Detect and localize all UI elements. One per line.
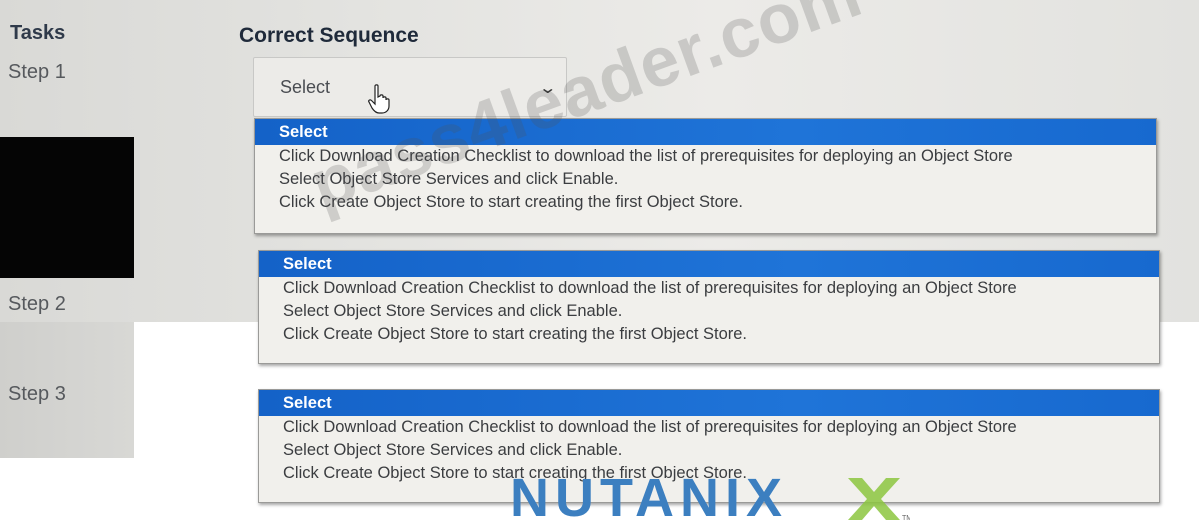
dropdown-option-enable-services[interactable]: Select Object Store Services and click E…	[255, 168, 1156, 191]
step-1-select[interactable]: Select ⌄	[253, 57, 567, 117]
select-value: Select	[280, 77, 331, 97]
correct-sequence-heading: Correct Sequence	[239, 24, 419, 47]
hand-cursor-icon	[368, 84, 390, 114]
logo-wordmark: NUTANIX	[510, 470, 788, 522]
step-1-label: Step 1	[8, 61, 66, 83]
chevron-down-icon: ⌄	[537, 80, 557, 97]
trademark-symbol: TM	[902, 515, 910, 522]
step-2-label: Step 2	[8, 293, 66, 315]
nutanix-logo: NUTANIX TM	[510, 470, 910, 522]
step-1-dropdown-list: Select Click Download Creation Checklist…	[254, 118, 1157, 234]
step-2-dropdown-list: Select Click Download Creation Checklist…	[258, 250, 1160, 364]
dropdown-option-enable-services[interactable]: Select Object Store Services and click E…	[259, 300, 1159, 323]
dropdown-option-download-checklist[interactable]: Click Download Creation Checklist to dow…	[259, 416, 1159, 439]
dropdown-option-download-checklist[interactable]: Click Download Creation Checklist to dow…	[255, 145, 1156, 168]
dropdown-option-select[interactable]: Select	[255, 119, 1156, 145]
dropdown-option-enable-services[interactable]: Select Object Store Services and click E…	[259, 439, 1159, 462]
dropdown-option-create-object-store[interactable]: Click Create Object Store to start creat…	[255, 191, 1156, 214]
logo-x-mark-icon	[848, 478, 900, 520]
step-3-label: Step 3	[8, 383, 66, 405]
dropdown-option-download-checklist[interactable]: Click Download Creation Checklist to dow…	[259, 277, 1159, 300]
redacted-block	[0, 137, 134, 278]
tasks-heading: Tasks	[10, 22, 66, 44]
dropdown-option-select[interactable]: Select	[259, 251, 1159, 277]
dropdown-option-select[interactable]: Select	[259, 390, 1159, 416]
dropdown-option-create-object-store[interactable]: Click Create Object Store to start creat…	[259, 323, 1159, 346]
